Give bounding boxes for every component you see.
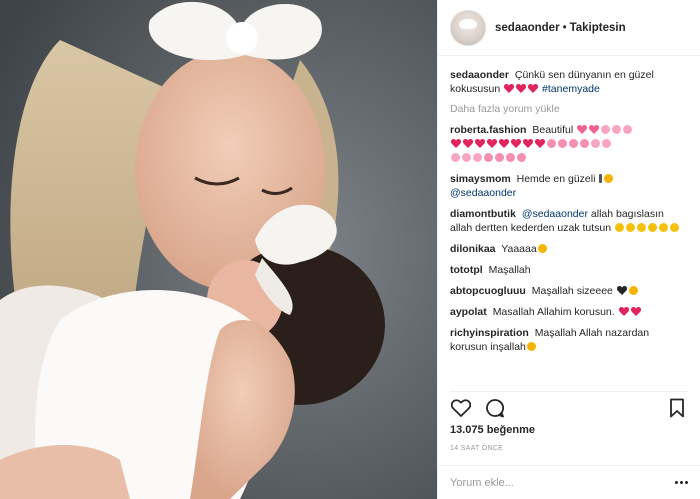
comment: richyinspiration Maşallah Allah nazardan…	[450, 326, 688, 354]
heart-outline-icon[interactable]	[450, 397, 472, 419]
flower-emoji-icon	[601, 125, 611, 134]
heart-emoji-icon	[475, 139, 485, 148]
comment: tototpl Maşallah	[450, 263, 688, 277]
bow-emoji-icon	[569, 139, 578, 148]
flower-emoji-icon	[473, 153, 482, 162]
heart-emoji-icon	[516, 84, 527, 93]
bow-emoji-icon	[580, 139, 589, 148]
flower-emoji-icon	[451, 153, 460, 162]
comment: dilonikaa Yaaaaa	[450, 242, 688, 256]
smile-emoji-icon	[637, 223, 647, 232]
comment: diamontbutik @sedaaonder allah bagıslası…	[450, 207, 688, 235]
instagram-post: sedaaonder • Takiptesin sedaaonder Çünkü s…	[0, 0, 700, 499]
heart-emoji-icon	[528, 84, 539, 93]
comment-user[interactable]: dilonikaa	[450, 243, 496, 255]
post-timestamp: 14 SAAT ÖNCE	[450, 445, 504, 452]
comment-user[interactable]: diamontbutik	[450, 208, 516, 220]
comment: roberta.fashion Beautiful	[450, 123, 688, 165]
comment-user[interactable]: richyinspiration	[450, 327, 529, 339]
bow-emoji-icon	[484, 153, 493, 162]
header-username[interactable]: sedaaonder	[495, 22, 560, 34]
bookmark-icon[interactable]	[666, 397, 688, 419]
heart-emoji-icon	[589, 125, 600, 134]
comment-user[interactable]: aypolat	[450, 306, 487, 318]
heart-emoji-icon	[504, 84, 515, 93]
heart-emoji-icon	[616, 286, 627, 295]
more-dots-icon[interactable]	[675, 481, 688, 484]
heart-emoji-icon	[535, 139, 545, 148]
caption-user[interactable]: sedaaonder	[450, 69, 509, 81]
flower-emoji-icon	[602, 139, 611, 148]
heart-emoji-icon	[499, 139, 509, 148]
action-bar	[450, 391, 688, 417]
heart-emoji-icon	[511, 139, 521, 148]
flower-emoji-icon	[623, 125, 633, 134]
bow-emoji-icon	[558, 139, 567, 148]
comment-text: Maşallah	[488, 264, 531, 276]
avatar[interactable]	[450, 9, 486, 46]
post-header: sedaaonder • Takiptesin	[438, 0, 700, 56]
heart-emoji-icon	[630, 307, 641, 316]
heart-emoji-icon	[577, 125, 588, 134]
comment-text: Masallah Allahim korusun.	[492, 306, 615, 318]
comment-mention[interactable]: @sedaaonder	[450, 187, 516, 199]
heart-eyes-emoji-icon	[604, 174, 614, 183]
flower-emoji-icon	[462, 153, 471, 162]
header-text: sedaaonder • Takiptesin	[495, 22, 626, 34]
bow-emoji-icon	[506, 153, 515, 162]
comment-user[interactable]: roberta.fashion	[450, 124, 526, 136]
bow-emoji-icon	[547, 139, 556, 148]
comment-mention[interactable]: @sedaaonder	[522, 208, 588, 220]
bow-emoji-icon	[517, 153, 526, 162]
blush-emoji-icon	[526, 342, 536, 351]
heart-emoji-icon	[487, 139, 497, 148]
praying-hands-emoji-icon	[670, 223, 680, 232]
flower-emoji-icon	[612, 125, 622, 134]
comment-bubble-icon[interactable]	[484, 397, 506, 419]
load-more-comments[interactable]: Daha fazla yorum yükle	[450, 103, 688, 115]
praying-hands-emoji-icon	[626, 223, 636, 232]
flower-emoji-icon	[591, 139, 600, 148]
comment-text: Maşallah sizeeee	[531, 285, 613, 297]
smile-emoji-icon	[648, 223, 658, 232]
mother-baby-photo	[0, 0, 437, 499]
caption-hashtag[interactable]: #tanemyade	[542, 83, 600, 95]
bow-emoji-icon	[495, 153, 504, 162]
heart-eyes-emoji-icon	[628, 286, 638, 295]
comment-text: Beautiful	[532, 124, 574, 136]
comment: abtopcuogluuu Maşallah sizeeee	[450, 284, 688, 298]
comments-list: sedaaonder Çünkü sen dünyanın en güzel k…	[438, 68, 700, 386]
exclamation-emoji-icon	[599, 174, 603, 183]
comment-user[interactable]: tototpl	[450, 264, 483, 276]
comment: aypolat Masallah Allahim korusun.	[450, 305, 688, 319]
heart-emoji-icon	[451, 139, 461, 148]
comment-input[interactable]	[450, 476, 660, 489]
post-sidebar: sedaaonder • Takiptesin sedaaonder Çünkü s…	[437, 0, 700, 499]
comment-user[interactable]: abtopcuogluuu	[450, 285, 526, 297]
comment-user[interactable]: simaysmom	[450, 173, 511, 185]
comment: simaysmom Hemde en güzeli @sedaaonder	[450, 172, 688, 200]
heart-emoji-icon	[618, 307, 629, 316]
caption: sedaaonder Çünkü sen dünyanın en güzel k…	[450, 68, 688, 96]
post-photo[interactable]	[0, 0, 437, 499]
comment-text: Hemde en güzeli	[516, 173, 596, 185]
heart-eyes-emoji-icon	[537, 244, 547, 253]
comment-text: Yaaaaa	[501, 243, 537, 255]
likes-count[interactable]: 13.075 beğenme	[450, 424, 535, 436]
praying-hands-emoji-icon	[659, 223, 669, 232]
add-comment-bar	[438, 465, 700, 499]
praying-hands-emoji-icon	[615, 223, 625, 232]
follow-status[interactable]: Takiptesin	[570, 22, 626, 34]
heart-emoji-icon	[523, 139, 533, 148]
heart-emoji-icon	[463, 139, 473, 148]
header-separator: •	[562, 21, 567, 34]
